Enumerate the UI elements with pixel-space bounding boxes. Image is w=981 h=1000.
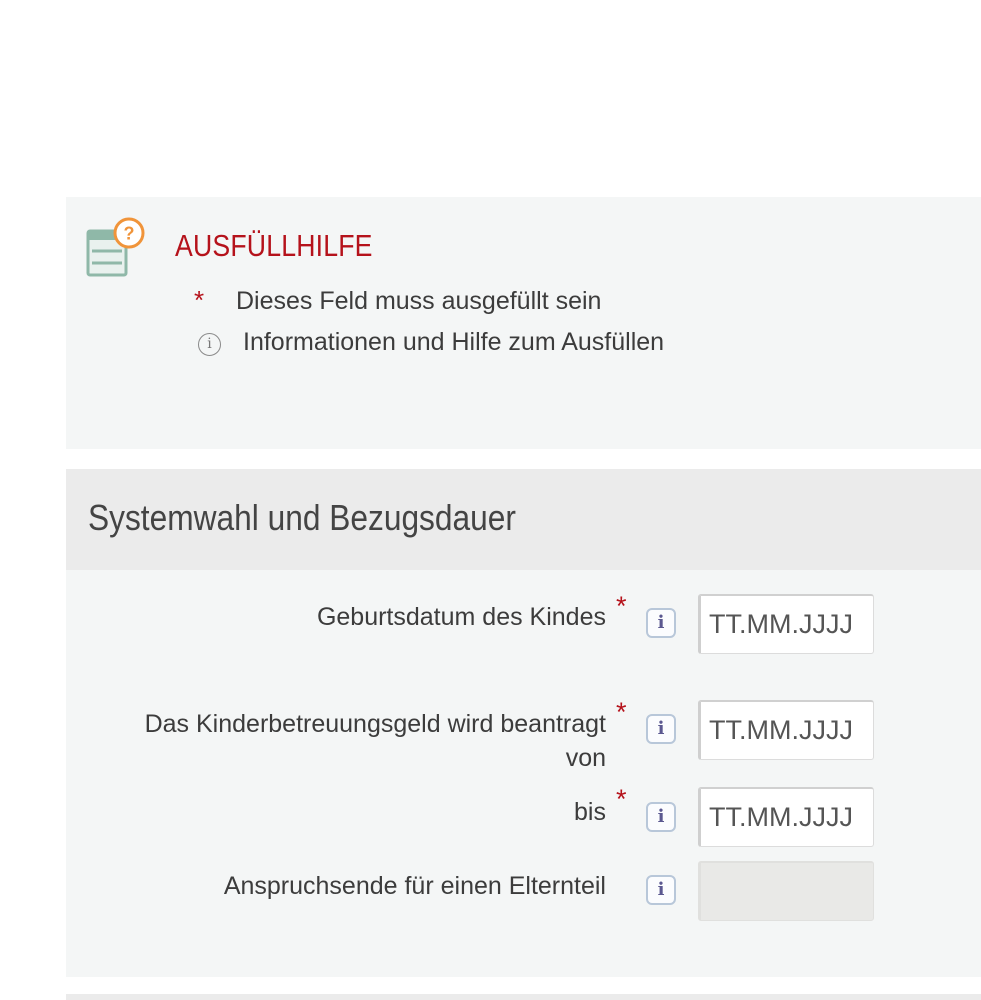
birthdate-input[interactable] [698,594,874,654]
required-legend: * Dieses Feld muss ausgefüllt sein [194,285,601,316]
help-title: AUSFÜLLHILFE [175,228,373,263]
benefit-from-label-line1: Das Kinderbetreuungsgeld wird beantragt [144,710,606,738]
required-star-icon: * [616,697,627,727]
benefit-from-input[interactable] [698,700,874,760]
info-legend: i Informationen und Hilfe zum Ausfüllen [194,328,664,357]
required-star-icon: * [616,591,627,621]
birthdate-info-button[interactable]: i [646,608,676,638]
next-section-edge [66,994,981,1000]
benefit-from-info-button[interactable]: i [646,714,676,744]
claim-end-label: Anspruchsende für einen Elternteil [223,872,606,900]
section-header: Systemwahl und Bezugsdauer [66,469,981,570]
benefit-until-label: bis [574,798,606,826]
fill-help-panel: ? AUSFÜLLHILFE * Dieses Feld muss ausgefü… [66,197,981,449]
benefit-until-input[interactable] [698,787,874,847]
svg-text:?: ? [124,224,135,244]
info-legend-text: Informationen und Hilfe zum Ausfüllen [243,328,665,356]
required-star-icon: * [194,285,205,315]
benefit-from-label-line2: von [565,744,606,772]
claim-end-info-button[interactable]: i [646,875,676,905]
required-legend-text: Dieses Feld muss ausgefüllt sein [236,287,602,315]
required-star-icon: * [616,784,627,814]
system-duration-section: Systemwahl und Bezugsdauer Geburtsdatum … [66,469,981,977]
form-help-icon: ? [86,217,145,277]
section-title: Systemwahl und Bezugsdauer [88,497,516,538]
claim-end-input [698,861,874,921]
birthdate-label: Geburtsdatum des Kindes [316,603,606,631]
benefit-until-info-button[interactable]: i [646,802,676,832]
info-circle-icon: i [198,333,221,356]
